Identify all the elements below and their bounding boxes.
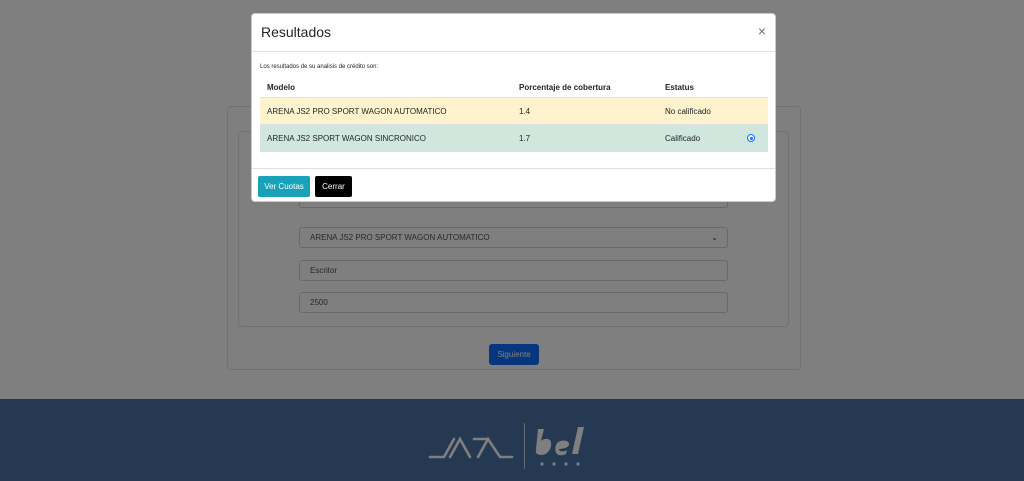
row-coverage: 1.4 [519,107,531,116]
results-table: Modelo Porcentaje de cobertura Estatus A… [260,76,768,152]
radio-selected-icon[interactable] [747,134,755,142]
header-model: Modelo [267,83,295,92]
header-coverage: Porcentaje de cobertura [519,83,611,92]
row-model: ARENA JS2 PRO SPORT WAGON AUTOMATICO [267,107,447,116]
modal-body: Los resultados de su analisis de crédito… [252,53,775,169]
results-intro: Los resultados de su analisis de crédito… [260,64,379,70]
row-coverage: 1.7 [519,134,531,143]
close-icon[interactable]: × [755,24,769,38]
table-header: Modelo Porcentaje de cobertura Estatus [260,76,768,98]
table-row[interactable]: ARENA JS2 PRO SPORT WAGON AUTOMATICO 1.4… [260,98,768,125]
row-status: No calificado [665,107,711,116]
table-row[interactable]: ARENA JS2 SPORT WAGON SINCRONICO 1.7 Cal… [260,125,768,152]
results-modal: Resultados × Los resultados de su analis… [251,13,776,202]
modal-header: Resultados × [252,14,775,52]
header-status: Estatus [665,83,694,92]
view-quotas-button[interactable]: Ver Cuotas [258,176,310,197]
modal-title: Resultados [261,24,332,40]
close-button[interactable]: Cerrar [315,176,352,197]
row-model: ARENA JS2 SPORT WAGON SINCRONICO [267,134,426,143]
row-status: Calificado [665,134,701,143]
